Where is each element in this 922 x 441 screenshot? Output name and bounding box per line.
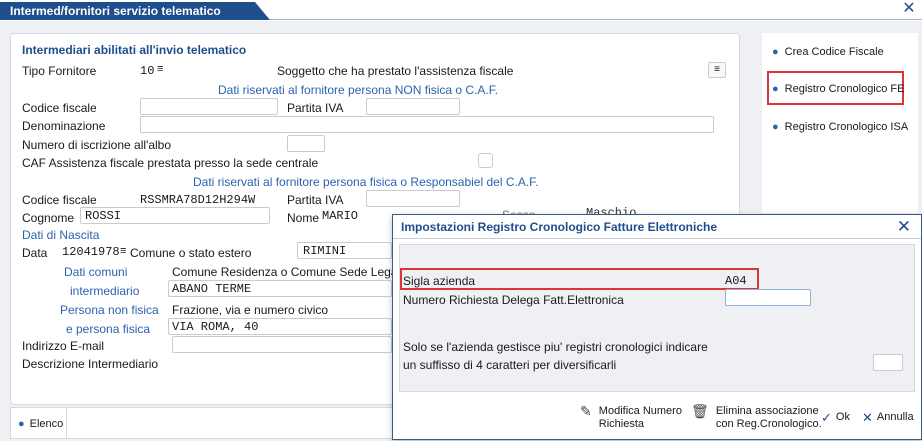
numero-iscrizione-field[interactable]	[287, 135, 325, 152]
bullet-icon: ●	[772, 121, 779, 133]
codice-fiscale-label: Codice fiscale	[22, 101, 97, 115]
crea-codice-fiscale-label: Crea Codice Fiscale	[784, 46, 884, 58]
partita-iva2-label: Partita IVA	[287, 193, 344, 207]
partita-iva2-field[interactable]	[366, 190, 460, 207]
email-label: Indirizzo E-mail	[22, 339, 105, 353]
persona-non-fisica-label: Persona non fisica	[60, 303, 159, 317]
cognome-value: ROSSI	[85, 209, 122, 223]
window-title: Intermed/fornitori servizio telematico	[0, 2, 270, 20]
modifica-numero-button[interactable]: ✎ Modifica Numero Richiesta	[580, 403, 682, 431]
tipo-fornitore-label: Tipo Fornitore	[22, 64, 97, 78]
dialog-close-icon[interactable]: ✕	[897, 217, 911, 237]
elenco-label: Elenco	[29, 418, 64, 430]
menu-icon[interactable]: ≡	[708, 62, 726, 78]
sigla-azienda-value[interactable]: A04	[725, 274, 747, 288]
elimina-associazione-button[interactable]: 🗑 Elimina associazione con Reg.Cronologi…	[691, 403, 822, 431]
calendar-icon[interactable]: ≡	[120, 245, 126, 257]
riservati-fisica-heading: Dati riservati al fornitore persona fisi…	[193, 175, 539, 189]
section-title: Intermediari abilitati all'invio telemat…	[22, 43, 247, 57]
dati-comuni-label: Dati comuni	[64, 265, 128, 279]
registro-cronologico-fe-label: Registro Cronologico FE	[784, 83, 905, 95]
modifica-line1: Modifica Numero	[598, 405, 682, 417]
persona-fisica-label: e persona fisica	[66, 322, 151, 336]
numero-richiesta-label: Numero Richiesta Delega Fatt.Elettronica	[403, 293, 624, 307]
caf-label: CAF Assistenza fiscale prestata presso l…	[22, 156, 319, 170]
codice-fiscale2-label: Codice fiscale	[22, 193, 97, 207]
elimina-label-block: Elimina associazione con Reg.Cronologico…	[716, 405, 822, 431]
annulla-label: Annulla	[876, 411, 914, 423]
list-icon[interactable]: ≡	[157, 63, 163, 75]
bullet-icon: ●	[18, 418, 25, 430]
via-value: VIA ROMA, 40	[172, 320, 259, 334]
codice-fiscale2-value[interactable]: RSSMRA78D12H294W	[140, 193, 255, 207]
registro-cronologico-isa-label: Registro Cronologico ISA	[784, 121, 909, 133]
sigla-azienda-label: Sigla azienda	[403, 274, 476, 288]
registro-cronologico-isa-button[interactable]: ● Registro Cronologico ISA	[772, 121, 908, 133]
note-line2: un suffisso di 4 caratteri per diversifi…	[403, 358, 617, 372]
registro-cronologico-dialog: Impostazioni Registro Cronologico Fattur…	[392, 214, 922, 440]
ok-button[interactable]: ✓ Ok	[821, 411, 850, 424]
modifica-line2: Richiesta	[598, 418, 645, 430]
denominazione-field[interactable]	[140, 116, 714, 133]
pencil-icon: ✎	[580, 403, 592, 419]
cognome-label: Cognome	[22, 211, 75, 225]
window-close-icon[interactable]: ✕	[900, 0, 918, 18]
modifica-label-block: Modifica Numero Richiesta	[599, 405, 682, 431]
note-line1: Solo se l'azienda gestisce piu' registri…	[403, 340, 708, 354]
intermediario-label: intermediario	[70, 284, 140, 298]
descrizione-label: Descrizione Intermediario	[22, 357, 159, 371]
riservati-nonfisica-heading: Dati riservati al fornitore persona NON …	[218, 83, 499, 97]
comune-residenza-value: ABANO TERME	[172, 282, 252, 296]
bullet-icon: ●	[772, 83, 779, 95]
soggetto-label: Soggetto che ha prestato l'assistenza fi…	[277, 64, 514, 78]
frazione-label: Frazione, via e numero civico	[172, 303, 329, 317]
email-field[interactable]	[172, 336, 392, 353]
tipo-fornitore-value[interactable]: 10	[140, 64, 154, 78]
dati-nascita-label: Dati di Nascita	[22, 228, 100, 242]
numero-iscrizione-label: Numero di iscrizione all'albo	[22, 138, 172, 152]
nome-value[interactable]: MARIO	[322, 209, 358, 223]
comune-estero-label: Comune o stato estero	[130, 246, 252, 260]
suffisso-field[interactable]	[873, 354, 903, 371]
elimina-line2: con Reg.Cronologico.	[715, 418, 822, 430]
divider	[66, 408, 67, 438]
codice-fiscale-field[interactable]	[140, 98, 278, 115]
numero-richiesta-field[interactable]	[725, 289, 811, 306]
elimina-line1: Elimina associazione	[715, 405, 819, 417]
dialog-title: Impostazioni Registro Cronologico Fattur…	[393, 215, 921, 239]
partita-iva-field[interactable]	[366, 98, 460, 115]
partita-iva-label: Partita IVA	[287, 101, 344, 115]
cancel-icon: ✕	[862, 410, 873, 425]
caf-checkbox[interactable]	[478, 153, 493, 168]
crea-codice-fiscale-button[interactable]: ● Crea Codice Fiscale	[772, 46, 884, 58]
annulla-button[interactable]: ✕ Annulla	[862, 411, 914, 424]
denominazione-label: Denominazione	[22, 119, 106, 133]
dialog-body: Sigla azienda A04 Numero Richiesta Deleg…	[399, 244, 915, 392]
dialog-button-bar: ✎ Modifica Numero Richiesta 🗑 Elimina as…	[393, 395, 921, 439]
comune-estero-value: RIMINI	[303, 244, 347, 258]
trash-icon: 🗑	[691, 403, 709, 419]
bullet-icon: ●	[772, 46, 779, 58]
nome-label: Nome	[287, 211, 320, 225]
data-value[interactable]: 12041978	[62, 245, 120, 259]
data-label: Data	[22, 246, 48, 260]
ok-label: Ok	[835, 411, 850, 423]
check-icon: ✓	[821, 410, 832, 425]
comune-residenza-label: Comune Residenza o Comune Sede Legale	[172, 265, 407, 279]
registro-cronologico-fe-button[interactable]: ● Registro Cronologico FE	[772, 83, 905, 95]
elenco-button[interactable]: ● Elenco	[18, 418, 63, 431]
